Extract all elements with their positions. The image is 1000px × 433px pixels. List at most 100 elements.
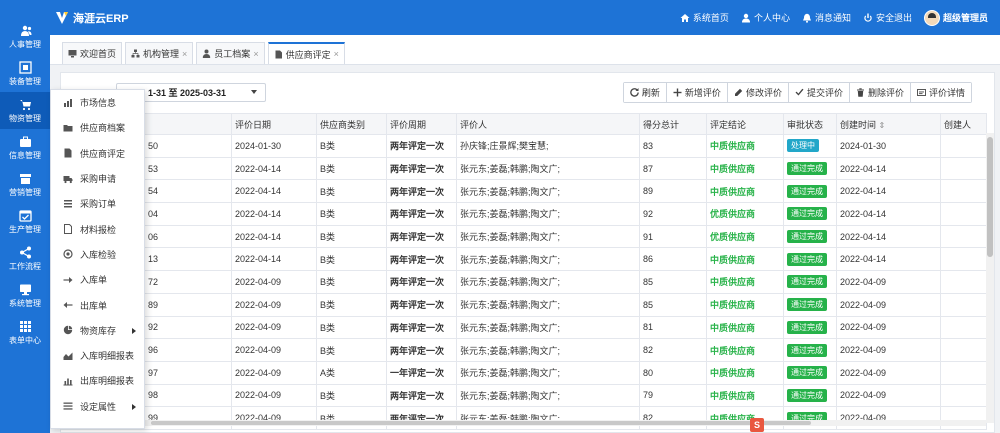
column-header-label: 供应商类别	[320, 119, 366, 130]
menu-item-7[interactable]: 入库单	[51, 267, 144, 292]
sidebar-item-label: 人事管理	[9, 39, 41, 49]
table-cell-cycle: 两年评定一次	[386, 270, 457, 294]
table-row[interactable]: 92 2022-04-09 B类 两年评定一次 张元东;姜磊;韩鹏;陶文广; 81 中质供应…	[61, 315, 987, 340]
nav-logout[interactable]: 安全退出	[863, 11, 912, 24]
column-header[interactable]: 得分总计	[639, 113, 707, 135]
menu-item-4[interactable]: 采购订单	[51, 191, 144, 216]
toolbar-button-trash[interactable]: 删除评价	[849, 83, 911, 102]
menu-item-label: 供应商档案	[80, 123, 126, 134]
horizontal-scroll-thumb[interactable]	[151, 421, 811, 425]
status-badge: 通过完成	[787, 298, 827, 312]
table-cell-creator	[940, 270, 987, 294]
menu-item-3[interactable]: 采购申请	[51, 166, 144, 191]
table-row[interactable]: 96 2022-04-09 B类 两年评定一次 张元东;姜磊;韩鹏;陶文广; 82 中质供应…	[61, 338, 987, 362]
close-icon[interactable]: ×	[334, 49, 339, 59]
menu-item-0[interactable]: 市场信息	[51, 90, 144, 115]
table-row[interactable]: 04 2022-04-14 B类 两年评定一次 张元东;姜磊;韩鹏;陶文广; 92 优质供应…	[61, 202, 987, 226]
menu-item-11[interactable]: 出库明细报表	[51, 368, 144, 393]
toolbar-button-plus[interactable]: 新增评价	[666, 83, 728, 102]
date-range-value: 1-31 至 2025-03-31	[148, 88, 227, 98]
user-menu[interactable]: 超级管理员	[923, 9, 988, 26]
sidebar-item-marketing[interactable]: 营销管理	[0, 166, 50, 203]
column-header[interactable]: 创建时间 ⇕	[836, 113, 941, 135]
folder-icon	[63, 124, 73, 132]
sidebar-item-hr[interactable]: 人事管理	[0, 18, 50, 55]
table-cell-people: 张元东;姜磊;韩鹏;陶文广;	[456, 202, 640, 226]
table-row[interactable]: 97 2022-04-09 A类 一年评定一次 张元东;姜磊;韩鹏;陶文广; 80 中质供应…	[61, 360, 987, 385]
menu-item-5[interactable]: 材料报检	[51, 216, 144, 241]
nav-notifications[interactable]: 消息通知	[802, 11, 851, 24]
table-cell-result: 中质供应商	[706, 292, 784, 317]
table-cell-cat: B类	[316, 134, 387, 158]
close-icon[interactable]: ×	[182, 49, 187, 59]
tab-0[interactable]: 欢迎首页	[62, 42, 123, 64]
tab-label: 员工档案	[214, 49, 251, 59]
table-cell-status: 通过完成	[783, 292, 837, 317]
app-logo[interactable]: 海涯云ERP	[54, 10, 129, 26]
table-row[interactable]: 99 2022-04-09 B类 两年评定一次 张元东;姜磊;韩鹏;陶文广; 82 中质供应…	[61, 406, 987, 430]
sidebar-item-production[interactable]: 生产管理	[0, 203, 50, 240]
menu-item-2[interactable]: 供应商评定	[51, 141, 144, 166]
nav-home[interactable]: 系统首页	[680, 11, 729, 24]
column-header[interactable]: 评价日期	[231, 113, 317, 135]
column-header[interactable]: 评价周期	[386, 113, 457, 135]
sort-icon[interactable]: ⇕	[879, 121, 886, 130]
edit-icon	[734, 88, 743, 96]
menu-item-10[interactable]: 入库明细报表	[51, 343, 144, 368]
toolbar-button-check[interactable]: 提交评价	[788, 83, 850, 102]
tab-1[interactable]: 机构管理 ×	[125, 42, 194, 64]
table-row[interactable]: 06 2022-04-14 B类 两年评定一次 张元东;姜磊;韩鹏;陶文广; 91 优质供应…	[61, 224, 987, 249]
table-cell-cycle: 两年评定一次	[386, 247, 457, 272]
sidebar-item-equipment[interactable]: 装备管理	[0, 55, 50, 92]
menu-item-9[interactable]: 物资库存	[51, 318, 144, 343]
table-row[interactable]: 72 2022-04-09 B类 两年评定一次 张元东;姜磊;韩鹏;陶文广; 85 中质供应…	[61, 270, 987, 294]
sidebar-item-forms[interactable]: 表单中心	[0, 314, 50, 351]
nav-profile[interactable]: 个人中心	[741, 11, 790, 24]
arrow-right-icon	[63, 276, 73, 283]
menu-item-1[interactable]: 供应商档案	[51, 115, 144, 140]
table-row[interactable]: 89 2022-04-09 B类 两年评定一次 张元东;姜磊;韩鹏;陶文广; 85 中质供应…	[61, 292, 987, 317]
sogou-ime-icon[interactable]: S	[750, 418, 764, 432]
sidebar-item-system[interactable]: 系统管理	[0, 277, 50, 314]
sidebar-item-materials[interactable]: 物资管理	[0, 92, 50, 129]
vertical-scroll-thumb[interactable]	[987, 137, 993, 257]
table-row[interactable]: 13 2022-04-14 B类 两年评定一次 张元东;姜磊;韩鹏;陶文广; 86 中质供应…	[61, 247, 987, 272]
tab-3[interactable]: 供应商评定 ×	[267, 42, 345, 64]
menu-item-label: 供应商评定	[80, 148, 126, 159]
sidebar-item-label: 生产管理	[9, 224, 41, 234]
column-header[interactable]: 供应商类别	[316, 113, 387, 135]
vertical-scrollbar[interactable]	[986, 133, 994, 423]
sidebar-item-workflow[interactable]: 工作流程	[0, 240, 50, 277]
column-header[interactable]: 评价人	[456, 113, 640, 135]
file-icon	[64, 224, 72, 235]
horizontal-scrollbar[interactable]	[61, 420, 986, 426]
column-header[interactable]: 评定结论	[706, 113, 784, 135]
bell-icon	[802, 13, 811, 23]
column-header[interactable]: 创建人	[940, 113, 987, 135]
person-group-icon	[20, 25, 31, 36]
close-icon[interactable]: ×	[253, 49, 258, 59]
toolbar-button-refresh[interactable]: 刷新	[623, 83, 667, 102]
toolbar-button-edit[interactable]: 修改评价	[727, 83, 789, 102]
menu-item-8[interactable]: 出库单	[51, 292, 144, 317]
table-row[interactable]: 50 2024-01-30 B类 两年评定一次 孙庆锋;庄景辉;樊宝慧; 83 中质供应商处…	[61, 134, 987, 158]
menu-item-label: 入库明细报表	[80, 351, 135, 362]
table-cell-score: 89	[639, 179, 707, 204]
avatar	[923, 9, 940, 26]
sidebar-item-info[interactable]: 信息管理	[0, 129, 50, 166]
table-header: 评价日期 供应商类别 评价周期 评价人 得分总计 评定结论 审批状态 创建时间 ⇕ 创建人	[61, 113, 987, 135]
toolbar-button-detail[interactable]: 评价详情	[910, 83, 971, 102]
table-row[interactable]: 54 2022-04-14 B类 两年评定一次 张元东;姜磊;韩鹏;陶文广; 89 中质供应…	[61, 179, 987, 204]
tab-2[interactable]: 员工档案 ×	[196, 42, 265, 64]
menu-item-12[interactable]: 设定属性	[51, 394, 144, 419]
menu-item-6[interactable]: 入库检验	[51, 242, 144, 267]
column-header[interactable]: 审批状态	[783, 113, 837, 135]
materials-submenu: 市场信息供应商档案供应商评定采购申请 采购订单 材料报检 入库检验 入库单出库单物资库存…	[50, 89, 145, 429]
menu-item-label: 出库单	[80, 300, 108, 311]
table-cell-date: 2022-04-14	[231, 156, 317, 181]
result-text: 中质供应商	[710, 390, 756, 401]
table-cell-result: 中质供应商	[706, 360, 784, 385]
table-row[interactable]: 53 2022-04-14 B类 两年评定一次 张元东;姜磊;韩鹏;陶文广; 87 中质供应…	[61, 156, 987, 181]
table-row[interactable]: 98 2022-04-09 B类 两年评定一次 张元东;姜磊;韩鹏;陶文广; 79 中质供应…	[61, 383, 987, 408]
table-cell-cat: B类	[316, 292, 387, 317]
